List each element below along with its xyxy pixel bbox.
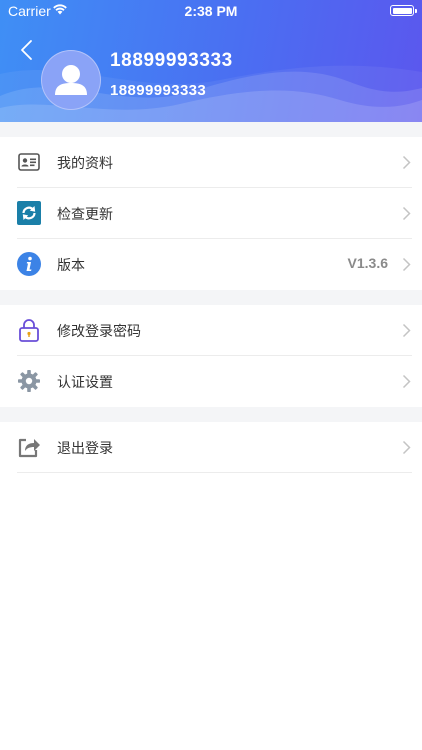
user-silhouette-icon [55, 65, 87, 95]
chevron-right-icon [402, 206, 411, 221]
lock-icon [19, 319, 39, 342]
menu-item-label: 认证设置 [57, 374, 113, 390]
battery-icon [390, 5, 417, 16]
chevron-right-icon [402, 374, 411, 389]
menu-item-change-password[interactable]: 修改登录密码 [0, 305, 422, 356]
menu-item-label: 检查更新 [57, 206, 113, 222]
menu-item-version[interactable]: 版本 V1.3.6 [0, 239, 422, 290]
status-time: 2:38 PM [184, 3, 238, 19]
profile-header: Carrier 2:38 PM 18899993333 18899993333 [0, 0, 422, 122]
section-separator [0, 122, 422, 137]
avatar[interactable] [41, 50, 101, 110]
chevron-right-icon [402, 257, 411, 272]
chevron-right-icon [402, 323, 411, 338]
status-bar: Carrier 2:38 PM [0, 0, 422, 22]
menu-item-label: 版本 [57, 257, 85, 273]
back-arrow-icon[interactable] [16, 36, 40, 64]
menu-item-auth-settings[interactable]: 认证设置 [0, 356, 422, 407]
info-icon [17, 252, 41, 276]
menu-item-label: 修改登录密码 [57, 323, 141, 339]
chevron-right-icon [402, 155, 411, 170]
menu-item-check-update[interactable]: 检查更新 [0, 188, 422, 239]
id-card-icon [18, 153, 40, 171]
profile-phone: 18899993333 [110, 82, 207, 99]
profile-name: 18899993333 [110, 50, 233, 71]
gear-icon [18, 370, 40, 392]
menu-item-my-profile[interactable]: 我的资料 [0, 137, 422, 188]
section-separator [0, 407, 422, 422]
menu-item-label: 我的资料 [57, 155, 113, 171]
menu-item-logout[interactable]: 退出登录 [0, 422, 422, 473]
version-value: V1.3.6 [347, 255, 388, 271]
refresh-icon [17, 201, 41, 225]
chevron-right-icon [402, 440, 411, 455]
section-separator [0, 290, 422, 305]
share-exit-icon [18, 438, 40, 458]
menu-item-label: 退出登录 [57, 440, 113, 456]
row-divider [17, 472, 412, 473]
